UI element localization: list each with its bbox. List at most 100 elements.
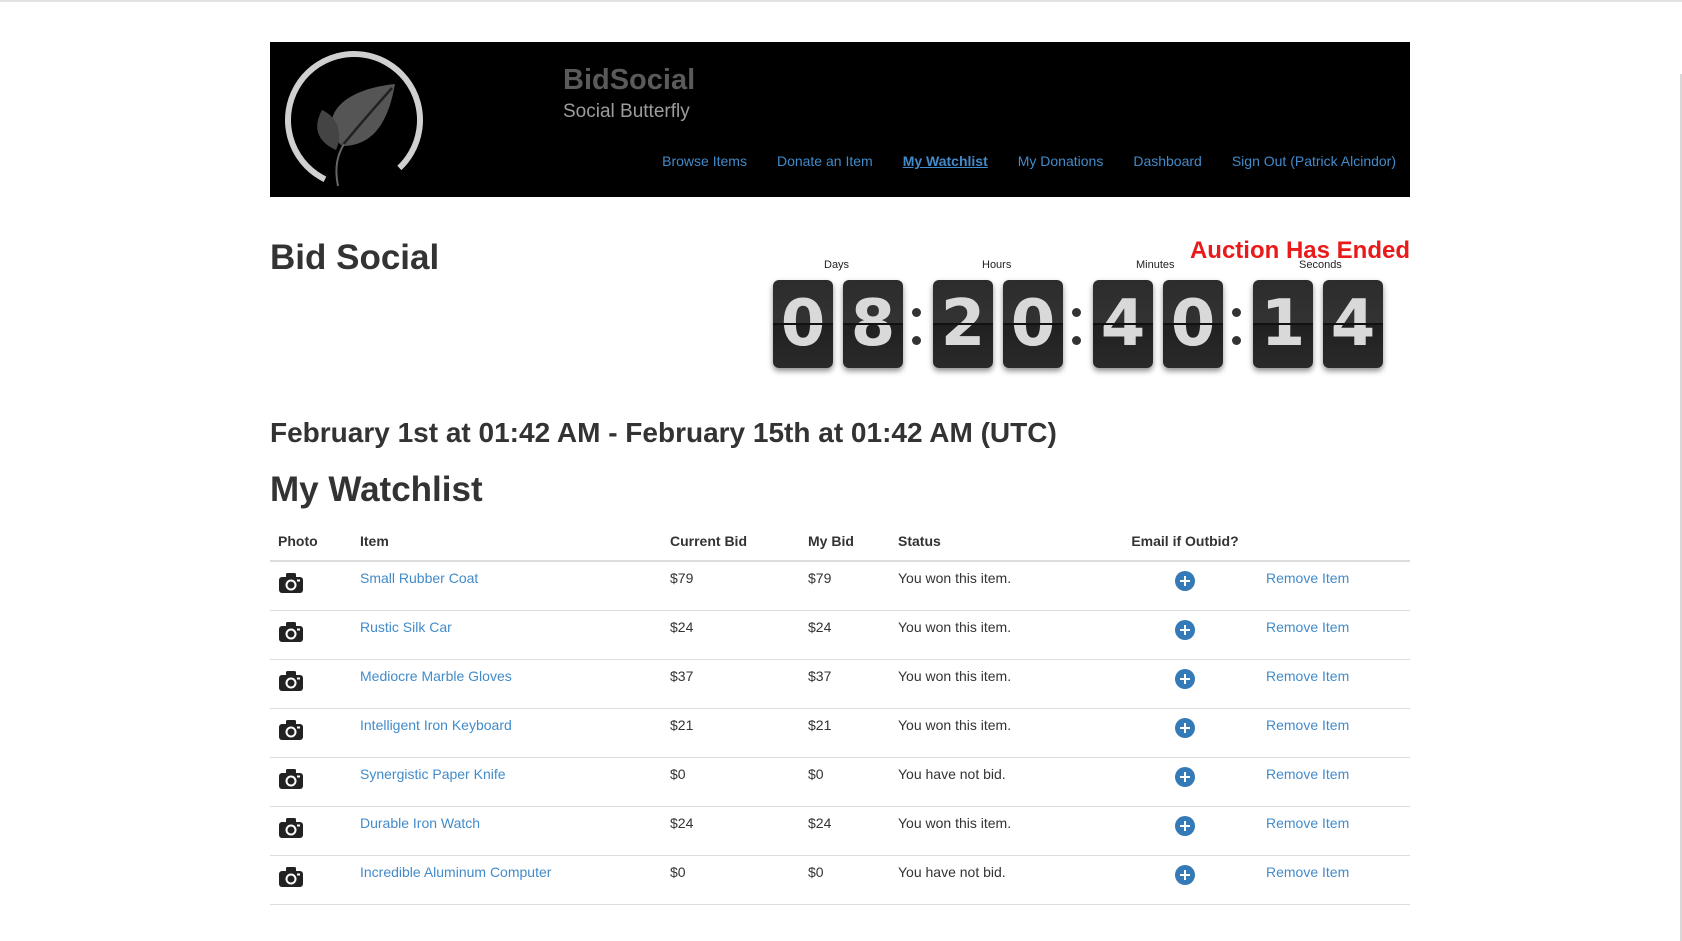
current-bid-cell: $24 (662, 806, 800, 856)
brand-subtitle: Social Butterfly (563, 101, 690, 122)
countdown-separator (1069, 280, 1083, 368)
table-row: Small Rubber Coat $79 $79 You won this item… (270, 561, 1410, 611)
my-bid-cell: $24 (800, 806, 890, 856)
item-link[interactable]: Intelligent Iron Keyboard (360, 717, 512, 733)
header-remove (1258, 522, 1410, 562)
countdown-label-seconds: Seconds (1299, 259, 1342, 271)
my-bid-cell: $37 (800, 659, 890, 709)
current-bid-cell: $0 (662, 855, 800, 905)
camera-icon[interactable] (278, 719, 304, 741)
countdown-label-days: Days (824, 259, 850, 271)
email-if-outbid-cell (1112, 610, 1258, 660)
plus-circle-icon[interactable] (1175, 620, 1195, 640)
countdown-separator (909, 280, 923, 368)
header-current-bid: Current Bid (662, 522, 800, 562)
my-bid-cell: $0 (800, 855, 890, 905)
countdown-digit-hours-ones: 0 (1003, 280, 1063, 368)
remove-item-link[interactable]: Remove Item (1266, 766, 1349, 782)
item-cell: Rustic Silk Car (352, 610, 662, 660)
camera-icon[interactable] (278, 866, 304, 888)
item-cell: Synergistic Paper Knife (352, 757, 662, 807)
item-link[interactable]: Rustic Silk Car (360, 619, 452, 635)
my-bid-cell: $0 (800, 757, 890, 807)
email-if-outbid-cell (1112, 561, 1258, 611)
remove-cell: Remove Item (1258, 610, 1410, 660)
remove-item-link[interactable]: Remove Item (1266, 717, 1349, 733)
item-link[interactable]: Mediocre Marble Gloves (360, 668, 512, 684)
remove-item-link[interactable]: Remove Item (1266, 668, 1349, 684)
nav-donate-item[interactable]: Donate an Item (777, 153, 873, 169)
remove-item-link[interactable]: Remove Item (1266, 570, 1349, 586)
remove-item-link[interactable]: Remove Item (1266, 619, 1349, 635)
nav-dashboard[interactable]: Dashboard (1133, 153, 1202, 169)
photo-cell (270, 561, 352, 611)
status-cell: You won this item. (890, 708, 1112, 758)
remove-cell: Remove Item (1258, 806, 1410, 856)
page-title: Bid Social (270, 238, 440, 277)
table-row: Durable Iron Watch $24 $24 You won this ite… (270, 806, 1410, 856)
table-row: Mediocre Marble Gloves $37 $37 You won this… (270, 659, 1410, 709)
brand: BidSocial Social Butterfly (563, 62, 695, 124)
item-link[interactable]: Durable Iron Watch (360, 815, 480, 831)
countdown-digit-hours-tens: 2 (933, 280, 993, 368)
watchlist-body: Small Rubber Coat $79 $79 You won this item… (270, 561, 1410, 905)
item-link[interactable]: Incredible Aluminum Computer (360, 864, 551, 880)
current-bid-cell: $21 (662, 708, 800, 758)
item-cell: Small Rubber Coat (352, 561, 662, 611)
email-if-outbid-cell (1112, 708, 1258, 758)
camera-icon[interactable] (278, 572, 304, 594)
my-bid-cell: $21 (800, 708, 890, 758)
item-cell: Durable Iron Watch (352, 806, 662, 856)
photo-cell (270, 708, 352, 758)
photo-cell (270, 806, 352, 856)
status-cell: You won this item. (890, 659, 1112, 709)
countdown-digit-days-ones: 8 (843, 280, 903, 368)
camera-icon[interactable] (278, 670, 304, 692)
remove-cell: Remove Item (1258, 561, 1410, 611)
item-link[interactable]: Synergistic Paper Knife (360, 766, 506, 782)
remove-item-link[interactable]: Remove Item (1266, 864, 1349, 880)
leaf-logo[interactable] (280, 46, 428, 194)
status-cell: You won this item. (890, 561, 1112, 611)
camera-icon[interactable] (278, 768, 304, 790)
table-row: Intelligent Iron Keyboard $21 $21 You won t… (270, 708, 1410, 758)
current-bid-cell: $79 (662, 561, 800, 611)
table-header-row: Photo Item Current Bid My Bid Status Ema… (270, 522, 1410, 562)
plus-circle-icon[interactable] (1175, 571, 1195, 591)
header-status: Status (890, 522, 1112, 562)
remove-cell: Remove Item (1258, 757, 1410, 807)
watchlist-table: Photo Item Current Bid My Bid Status Ema… (270, 522, 1410, 905)
camera-icon[interactable] (278, 817, 304, 839)
nav-my-donations[interactable]: My Donations (1018, 153, 1104, 169)
current-bid-cell: $37 (662, 659, 800, 709)
header-item: Item (352, 522, 662, 562)
current-bid-cell: $0 (662, 757, 800, 807)
photo-cell (270, 610, 352, 660)
item-cell: Mediocre Marble Gloves (352, 659, 662, 709)
remove-cell: Remove Item (1258, 855, 1410, 905)
site-header: BidSocial Social Butterfly Browse Items … (270, 42, 1410, 197)
status-cell: You won this item. (890, 610, 1112, 660)
watchlist-title: My Watchlist (270, 470, 483, 509)
plus-circle-icon[interactable] (1175, 718, 1195, 738)
plus-circle-icon[interactable] (1175, 865, 1195, 885)
plus-circle-icon[interactable] (1175, 669, 1195, 689)
photo-cell (270, 855, 352, 905)
plus-circle-icon[interactable] (1175, 767, 1195, 787)
camera-icon[interactable] (278, 621, 304, 643)
top-border (0, 0, 1682, 2)
current-bid-cell: $24 (662, 610, 800, 660)
nav-browse-items[interactable]: Browse Items (662, 153, 747, 169)
main-nav: Browse Items Donate an Item My Watchlist… (662, 153, 1396, 169)
my-bid-cell: $79 (800, 561, 890, 611)
countdown-digit-seconds-ones: 4 (1323, 280, 1383, 368)
my-bid-cell: $24 (800, 610, 890, 660)
item-link[interactable]: Small Rubber Coat (360, 570, 478, 586)
countdown-timer: Days Hours Minutes Seconds 0 8 2 0 4 0 1… (773, 258, 1393, 378)
table-row: Synergistic Paper Knife $0 $0 You have not … (270, 757, 1410, 807)
countdown-label-hours: Hours (982, 259, 1012, 271)
nav-my-watchlist[interactable]: My Watchlist (903, 153, 988, 169)
remove-item-link[interactable]: Remove Item (1266, 815, 1349, 831)
nav-sign-out[interactable]: Sign Out (Patrick Alcindor) (1232, 153, 1396, 169)
plus-circle-icon[interactable] (1175, 816, 1195, 836)
